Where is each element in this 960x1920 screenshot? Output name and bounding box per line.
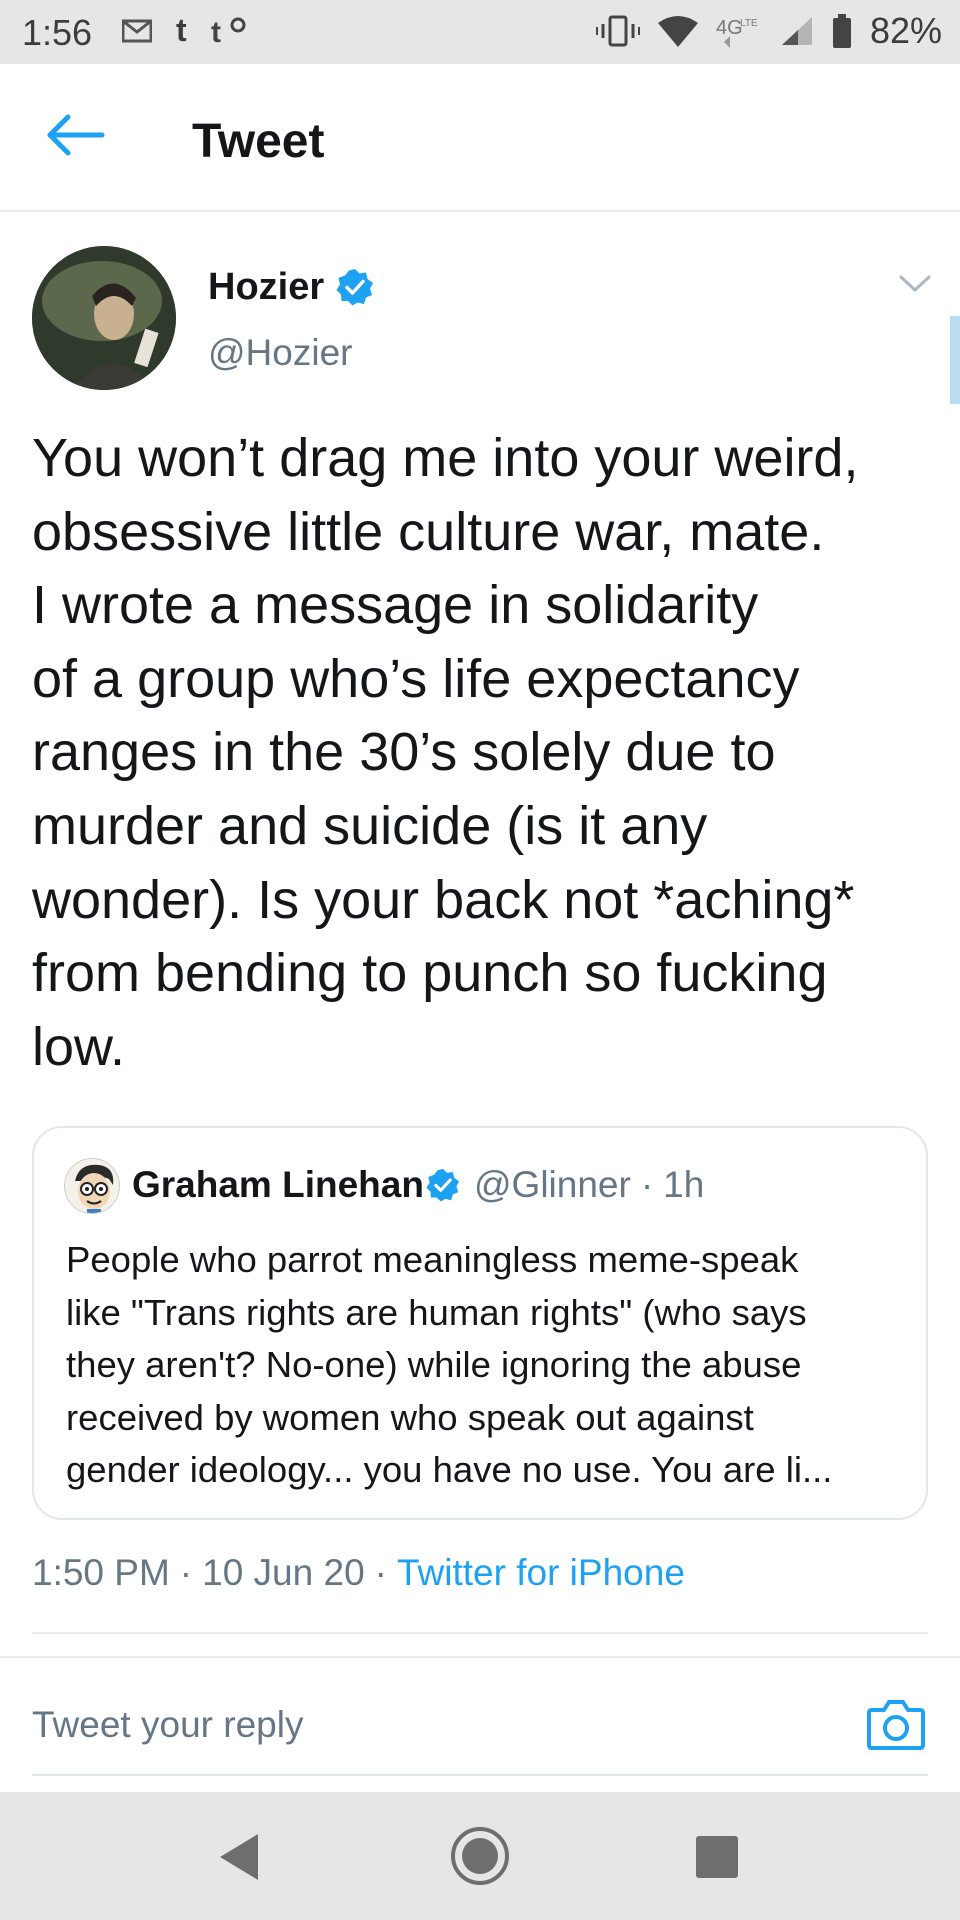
nav-recents-icon[interactable]: [696, 1836, 738, 1878]
battery-percentage: 82%: [869, 10, 942, 51]
verified-badge-icon: [336, 269, 373, 306]
nav-back-icon[interactable]: [218, 1832, 260, 1882]
system-icons: 4G LTE 82%: [595, 10, 942, 52]
quote-author-name: Graham Linehan: [132, 1164, 424, 1205]
divider: [32, 1632, 928, 1634]
timestamp-separator: ·: [374, 1552, 387, 1593]
tumblr-icon: t: [176, 12, 187, 48]
timestamp-separator: ·: [179, 1552, 193, 1593]
chevron-down-icon[interactable]: [898, 274, 932, 294]
tumblr-settings-icon: t: [211, 16, 246, 46]
page-title: Tweet: [192, 115, 325, 168]
avatar[interactable]: [32, 246, 176, 390]
wifi-icon: [657, 16, 698, 47]
vibrate-icon: [595, 15, 640, 47]
status-bar: 1:56 t t 4G LTE 82%: [0, 0, 960, 64]
svg-text:LTE: LTE: [740, 18, 758, 29]
battery-icon: [832, 14, 851, 48]
author-handle[interactable]: @Hozier: [208, 332, 352, 374]
reply-underline: [32, 1774, 928, 1776]
quote-avatar: [64, 1158, 120, 1214]
divider: [0, 1656, 960, 1658]
tweet-text: You won’t drag me into your weird, obses…: [32, 428, 859, 1077]
camera-icon[interactable]: [866, 1696, 926, 1752]
mail-icon: [122, 19, 152, 42]
avatar-photo: [32, 246, 176, 390]
quote-text: People who parrot meaningless meme-speak…: [66, 1239, 833, 1491]
app-bar: Tweet: [0, 64, 960, 212]
quoted-tweet-card[interactable]: Graham Linehan @Glinner · 1h People who …: [32, 1126, 928, 1520]
navigation-bar: [0, 1792, 960, 1920]
svg-text:t: t: [211, 16, 221, 46]
cartoon-avatar-icon: [65, 1159, 119, 1213]
tweet-date: 10 Jun 20: [202, 1552, 365, 1593]
signal-icon: [781, 17, 812, 45]
notification-icons: t t: [122, 12, 247, 49]
nav-home-icon[interactable]: [450, 1826, 510, 1886]
svg-text:4G: 4G: [716, 17, 743, 39]
quote-meta: @Glinner · 1h: [474, 1164, 704, 1206]
author-name[interactable]: Hozier: [208, 266, 324, 309]
tweet-time: 1:50 PM: [32, 1552, 170, 1593]
scroll-indicator[interactable]: [950, 316, 960, 404]
verified-badge-icon: [426, 1168, 460, 1202]
tweet-timestamp: 1:50 PM · 10 Jun 20 · Twitter for iPhone: [32, 1552, 685, 1594]
quote-age: 1h: [663, 1164, 705, 1205]
status-time: 1:56: [22, 12, 93, 53]
meta-separator: ·: [640, 1164, 654, 1205]
reply-input[interactable]: Tweet your reply: [32, 1704, 303, 1746]
4g-lte-icon: 4GLTE: [716, 17, 758, 48]
tweet-source-link[interactable]: Twitter for iPhone: [397, 1552, 685, 1594]
back-arrow-icon[interactable]: [40, 110, 110, 160]
quote-author-handle: @Glinner: [474, 1164, 631, 1205]
